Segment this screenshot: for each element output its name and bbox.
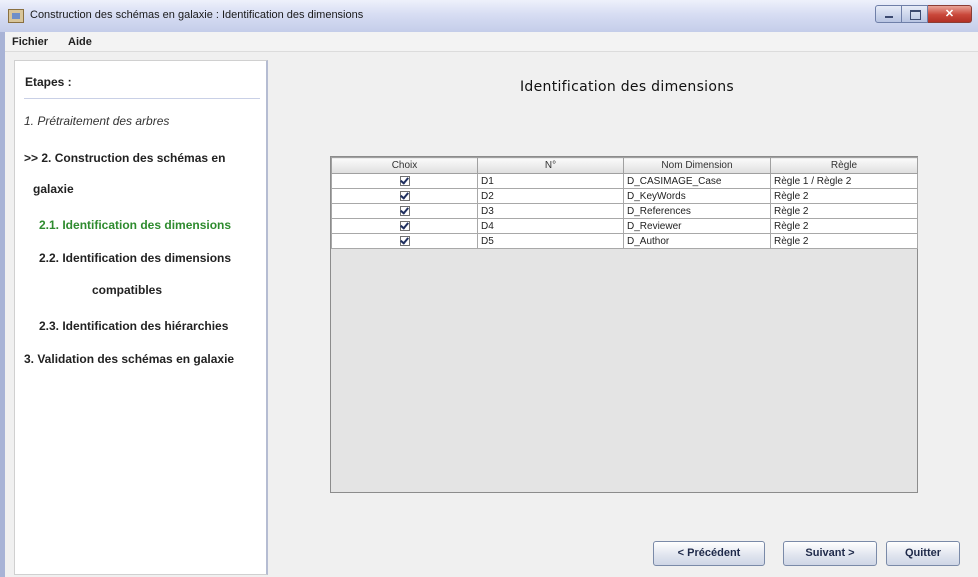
steps-sidebar: Etapes : 1. Prétraitement des arbres >> … <box>14 60 268 575</box>
column-header-nom-dimension[interactable]: Nom Dimension <box>623 157 771 174</box>
window-frame-left <box>0 32 5 577</box>
next-button[interactable]: Suivant > <box>783 541 877 566</box>
table-row[interactable]: D5 D_Author Règle 2 <box>331 233 918 249</box>
choice-cell[interactable] <box>331 203 478 219</box>
column-header-choix[interactable]: Choix <box>331 157 478 174</box>
checkbox-checked[interactable] <box>399 235 410 246</box>
dimensions-table-panel[interactable]: Choix N° Nom Dimension Règle D1 D_CASIMA… <box>330 156 918 493</box>
window-title-bar[interactable]: Construction des schémas en galaxie : Id… <box>0 0 978 32</box>
sidebar-divider <box>24 98 260 99</box>
table-header-row: Choix N° Nom Dimension Règle <box>331 157 918 174</box>
minimize-icon[interactable] <box>875 5 902 23</box>
checkbox-checked[interactable] <box>399 220 410 231</box>
menu-aide[interactable]: Aide <box>68 36 92 48</box>
cell-rule: Règle 1 / Règle 2 <box>770 173 918 189</box>
choice-cell[interactable] <box>331 173 478 189</box>
cell-name: D_Author <box>623 233 771 249</box>
previous-button[interactable]: < Précédent <box>653 541 765 566</box>
step-pretraitement: 1. Prétraitement des arbres <box>24 114 170 128</box>
cell-name: D_CASIMAGE_Case <box>623 173 771 189</box>
step-dimensions-compatibles-cont: compatibles <box>92 283 163 297</box>
menu-bar: Fichier Aide <box>0 32 978 52</box>
cell-name: D_Reviewer <box>623 218 771 234</box>
step-validation: 3. Validation des schémas en galaxie <box>24 352 235 366</box>
cell-name: D_KeyWords <box>623 188 771 204</box>
step-hierarchies: 2.3. Identification des hiérarchies <box>39 319 229 333</box>
cell-name: D_References <box>623 203 771 219</box>
menu-fichier[interactable]: Fichier <box>12 36 48 48</box>
cell-num: D5 <box>477 233 624 249</box>
checkbox-checked[interactable] <box>399 190 410 201</box>
dimensions-table: Choix N° Nom Dimension Règle D1 D_CASIMA… <box>331 157 918 249</box>
table-row[interactable]: D1 D_CASIMAGE_Case Règle 1 / Règle 2 <box>331 173 918 189</box>
cell-rule: Règle 2 <box>770 203 918 219</box>
choice-cell[interactable] <box>331 218 478 234</box>
close-icon[interactable] <box>928 5 972 23</box>
step-identification-dimensions: 2.1. Identification des dimensions <box>39 218 232 232</box>
app-window-icon <box>8 9 24 23</box>
cell-rule: Règle 2 <box>770 233 918 249</box>
page-title: Identification des dimensions <box>520 79 735 95</box>
table-row[interactable]: D4 D_Reviewer Règle 2 <box>331 218 918 234</box>
cell-num: D2 <box>477 188 624 204</box>
cell-num: D3 <box>477 203 624 219</box>
table-row[interactable]: D3 D_References Règle 2 <box>331 203 918 219</box>
window-title: Construction des schémas en galaxie : Id… <box>30 9 364 21</box>
table-row[interactable]: D2 D_KeyWords Règle 2 <box>331 188 918 204</box>
step-construction-cont: galaxie <box>33 182 74 196</box>
choice-cell[interactable] <box>331 188 478 204</box>
column-header-num[interactable]: N° <box>477 157 624 174</box>
cell-num: D4 <box>477 218 624 234</box>
step-dimensions-compatibles: 2.2. Identification des dimensions <box>39 251 232 265</box>
quit-button[interactable]: Quitter <box>886 541 960 566</box>
maximize-icon[interactable] <box>902 5 928 23</box>
checkbox-checked[interactable] <box>399 205 410 216</box>
sidebar-title: Etapes : <box>25 75 72 89</box>
cell-num: D1 <box>477 173 624 189</box>
choice-cell[interactable] <box>331 233 478 249</box>
column-header-regle[interactable]: Règle <box>770 157 918 174</box>
step-construction: >> 2. Construction des schémas en <box>24 151 226 165</box>
checkbox-checked[interactable] <box>399 175 410 186</box>
cell-rule: Règle 2 <box>770 218 918 234</box>
window-controls <box>875 5 972 23</box>
cell-rule: Règle 2 <box>770 188 918 204</box>
